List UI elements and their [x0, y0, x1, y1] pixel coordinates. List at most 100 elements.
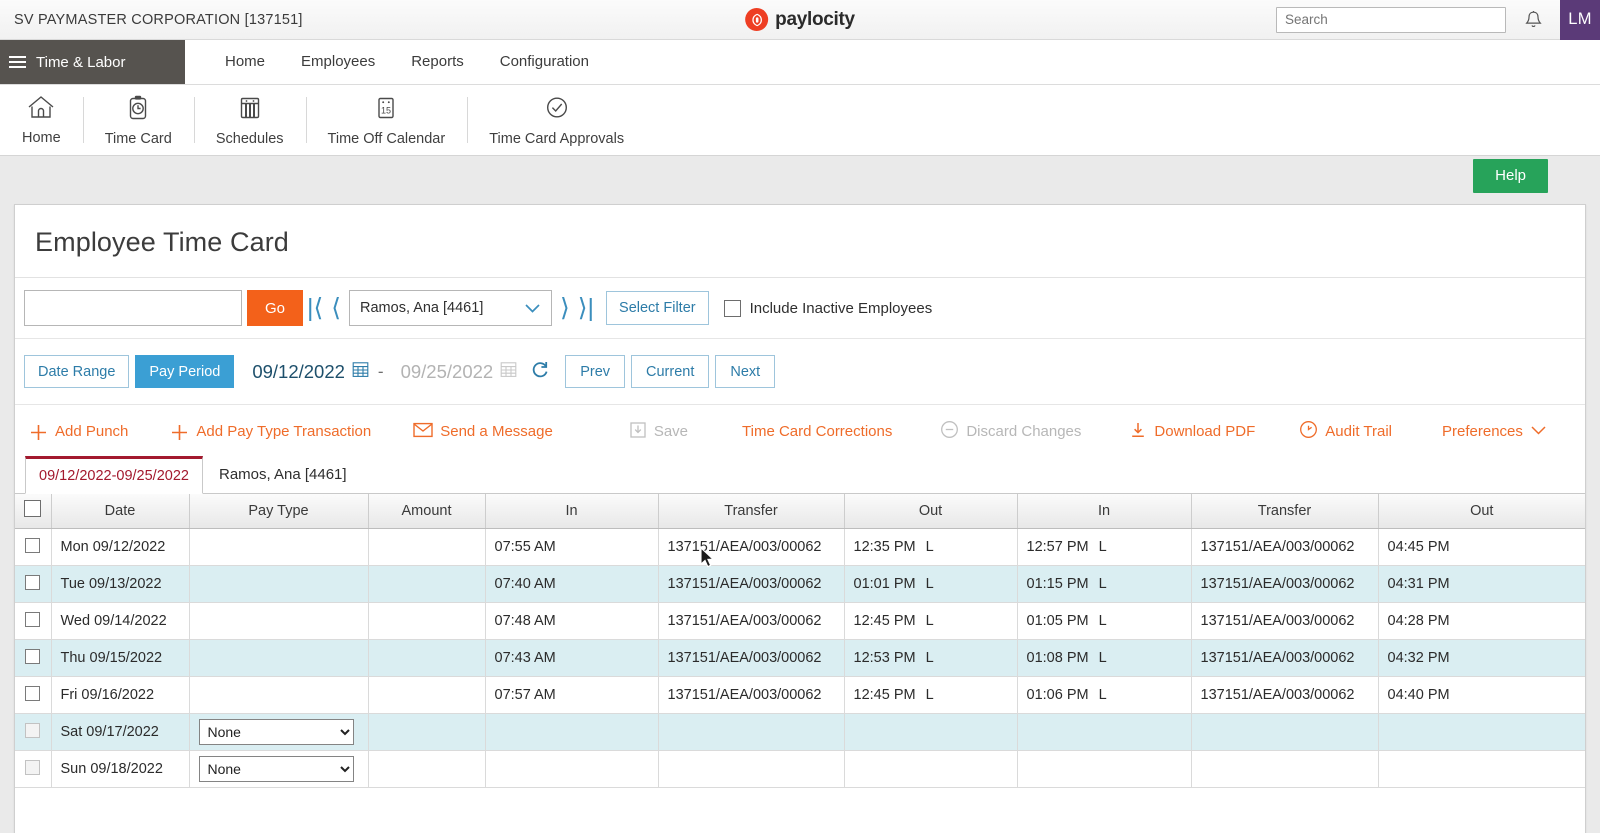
select-filter-button[interactable]: Select Filter — [606, 291, 709, 325]
include-inactive-employees-checkbox[interactable]: Include Inactive Employees — [723, 299, 932, 317]
header-pay-type[interactable]: Pay Type — [189, 494, 369, 529]
module-menu-time-and-labor[interactable]: Time & Labor — [0, 40, 185, 84]
cell-in-1[interactable]: 07:55 AM — [485, 528, 659, 566]
cell-in-1[interactable]: 07:48 AM — [485, 602, 659, 640]
pay-period-toggle[interactable]: Pay Period — [135, 355, 235, 388]
cell-out-2[interactable] — [1378, 713, 1585, 751]
start-date-calendar-icon[interactable] — [352, 361, 369, 383]
cell-date[interactable]: Sun 09/18/2022 — [51, 750, 190, 788]
table-row[interactable]: Wed 09/14/2022 07:48 AM 137151/AEA/003/000… — [15, 602, 1585, 640]
add-pay-type-transaction-button[interactable]: Add Pay Type Transaction — [170, 422, 371, 441]
cell-out-1[interactable]: 12:45 PM L — [844, 602, 1018, 640]
header-out-1[interactable]: Out — [844, 494, 1018, 529]
cell-pay-type[interactable] — [189, 639, 369, 677]
header-amount[interactable]: Amount — [368, 494, 486, 529]
cell-in-2[interactable]: 12:57 PM L — [1017, 528, 1192, 566]
cell-row-checkbox[interactable] — [15, 602, 52, 640]
cell-out-2[interactable]: 04:31 PM — [1378, 565, 1585, 603]
cell-in-2[interactable] — [1017, 713, 1192, 751]
cell-out-2[interactable]: 04:45 PM — [1378, 528, 1585, 566]
cell-out-2[interactable]: 04:40 PM — [1378, 676, 1585, 714]
cell-amount[interactable] — [368, 713, 486, 751]
cell-amount[interactable] — [368, 602, 486, 640]
header-transfer-1[interactable]: Transfer — [658, 494, 845, 529]
nav-item-employees[interactable]: Employees — [283, 40, 393, 84]
cell-transfer-2[interactable]: 137151/AEA/003/00062 — [1191, 565, 1379, 603]
toolbar-item-time-card-approvals[interactable]: Time Card Approvals — [467, 85, 646, 155]
cell-date[interactable]: Sat 09/17/2022 — [51, 713, 190, 751]
cell-out-1[interactable]: 12:53 PM L — [844, 639, 1018, 677]
cell-date[interactable]: Tue 09/13/2022 — [51, 565, 190, 603]
toolbar-item-time-off-calendar[interactable]: 15 Time Off Calendar — [305, 85, 468, 155]
cell-amount[interactable] — [368, 676, 486, 714]
cell-transfer-2[interactable] — [1191, 750, 1379, 788]
cell-transfer-1[interactable]: 137151/AEA/003/00062 — [658, 528, 845, 566]
cell-row-checkbox[interactable] — [15, 528, 52, 566]
toolbar-item-schedules[interactable]: Schedules — [193, 85, 306, 155]
cell-out-2[interactable] — [1378, 750, 1585, 788]
cell-pay-type[interactable]: None — [189, 750, 369, 788]
cell-date[interactable]: Thu 09/15/2022 — [51, 639, 190, 677]
cell-out-2[interactable]: 04:32 PM — [1378, 639, 1585, 677]
table-row[interactable]: Tue 09/13/2022 07:40 AM 137151/AEA/003/000… — [15, 565, 1585, 603]
cell-transfer-2[interactable]: 137151/AEA/003/00062 — [1191, 676, 1379, 714]
help-button[interactable]: Help — [1473, 159, 1548, 193]
nav-item-reports[interactable]: Reports — [393, 40, 482, 84]
cell-transfer-1[interactable]: 137151/AEA/003/00062 — [658, 639, 845, 677]
cell-in-2[interactable]: 01:06 PM L — [1017, 676, 1192, 714]
row-checkbox[interactable] — [25, 538, 41, 553]
cell-out-1[interactable]: 01:01 PM L — [844, 565, 1018, 603]
cell-amount[interactable] — [368, 639, 486, 677]
cell-out-1[interactable] — [844, 713, 1018, 751]
next-period-button[interactable]: Next — [715, 355, 776, 388]
cell-transfer-2[interactable]: 137151/AEA/003/00062 — [1191, 639, 1379, 677]
cell-in-2[interactable]: 01:08 PM L — [1017, 639, 1192, 677]
cell-transfer-2[interactable]: 137151/AEA/003/00062 — [1191, 602, 1379, 640]
search-input[interactable] — [1276, 6, 1506, 33]
row-checkbox[interactable] — [25, 686, 41, 701]
tab-pay-period[interactable]: 09/12/2022-09/25/2022 — [25, 456, 203, 494]
table-row[interactable]: Fri 09/16/2022 07:57 AM 137151/AEA/003/000… — [15, 676, 1585, 714]
employee-select[interactable]: Ramos, Ana [4461] — [349, 290, 553, 326]
cell-out-2[interactable]: 04:28 PM — [1378, 602, 1585, 640]
last-employee-icon[interactable]: ⟩| — [574, 295, 598, 321]
end-date-value[interactable]: 09/25/2022 — [401, 361, 494, 383]
header-in-2[interactable]: In — [1017, 494, 1192, 529]
date-range-toggle[interactable]: Date Range — [24, 355, 130, 388]
employee-search-input[interactable] — [24, 290, 242, 326]
pay-type-select[interactable]: None — [198, 755, 354, 782]
cell-transfer-1[interactable] — [658, 750, 845, 788]
header-transfer-2[interactable]: Transfer — [1191, 494, 1379, 529]
nav-item-home[interactable]: Home — [207, 40, 283, 84]
time-card-corrections-button[interactable]: Time Card Corrections — [742, 423, 892, 440]
cell-in-1[interactable]: 07:43 AM — [485, 639, 659, 677]
preferences-button[interactable]: Preferences — [1442, 423, 1547, 440]
cell-pay-type[interactable] — [189, 565, 369, 603]
table-row[interactable]: Mon 09/12/2022 07:55 AM 137151/AEA/003/000… — [15, 528, 1585, 566]
nav-item-configuration[interactable]: Configuration — [482, 40, 607, 84]
download-pdf-button[interactable]: Download PDF — [1129, 421, 1255, 443]
cell-amount[interactable] — [368, 750, 486, 788]
cell-date[interactable]: Mon 09/12/2022 — [51, 528, 190, 566]
start-date-value[interactable]: 09/12/2022 — [252, 361, 345, 383]
select-all-checkbox[interactable] — [24, 500, 42, 518]
cell-pay-type[interactable] — [189, 528, 369, 566]
cell-row-checkbox[interactable] — [15, 713, 52, 751]
cell-row-checkbox[interactable] — [15, 565, 52, 603]
cell-in-1[interactable]: 07:57 AM — [485, 676, 659, 714]
cell-in-2[interactable]: 01:15 PM L — [1017, 565, 1192, 603]
cell-in-2[interactable] — [1017, 750, 1192, 788]
cell-out-1[interactable]: 12:45 PM L — [844, 676, 1018, 714]
cell-pay-type[interactable] — [189, 602, 369, 640]
cell-amount[interactable] — [368, 565, 486, 603]
notifications-bell-icon[interactable] — [1506, 10, 1560, 30]
header-out-2[interactable]: Out — [1378, 494, 1585, 529]
row-checkbox[interactable] — [25, 612, 41, 627]
add-punch-button[interactable]: Add Punch — [29, 422, 128, 441]
cell-amount[interactable] — [368, 528, 486, 566]
header-in-1[interactable]: In — [485, 494, 659, 529]
table-row[interactable]: Sat 09/17/2022 None — [15, 713, 1585, 751]
checkbox-box[interactable] — [723, 299, 741, 317]
cell-in-1[interactable] — [485, 750, 659, 788]
cell-transfer-2[interactable]: 137151/AEA/003/00062 — [1191, 528, 1379, 566]
